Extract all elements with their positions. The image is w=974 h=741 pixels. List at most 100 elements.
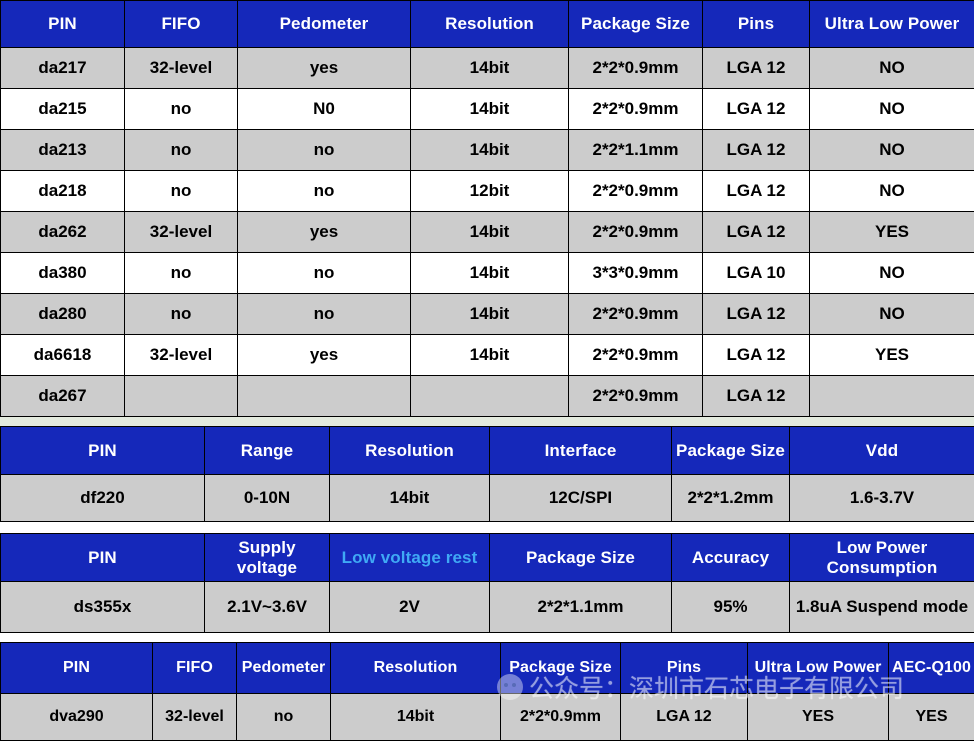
column-header-low-voltage-rest[interactable]: Low voltage rest [330, 534, 490, 582]
cell-pins: LGA 12 [703, 89, 810, 130]
cell-pedometer: no [238, 171, 411, 212]
cell-pedometer: no [238, 294, 411, 335]
column-header-accuracy[interactable]: Accuracy [672, 534, 790, 582]
cell-pedometer: no [238, 253, 411, 294]
accelerometer-table: PIN FIFO Pedometer Resolution Package Si… [0, 0, 974, 417]
table-row: da380 no no 14bit 3*3*0.9mm LGA 10 NO [1, 253, 974, 294]
cell-pedometer: N0 [238, 89, 411, 130]
cell-pins: LGA 12 [703, 171, 810, 212]
cell-package-size: 2*2*0.9mm [569, 212, 703, 253]
cell-ultra-low-power: YES [748, 694, 889, 741]
column-header-pin[interactable]: PIN [1, 1, 125, 48]
column-header-low-power-consumption[interactable]: Low Power Consumption [790, 534, 974, 582]
cell-resolution: 14bit [411, 335, 569, 376]
table-header-row: PIN Supply voltage Low voltage rest Pack… [1, 534, 974, 582]
column-header-resolution[interactable]: Resolution [331, 643, 501, 694]
cell-fifo: 32-level [125, 48, 238, 89]
cell-ultra-low-power: NO [810, 171, 974, 212]
column-header-aec-q100[interactable]: AEC-Q100 [889, 643, 974, 694]
column-header-vdd[interactable]: Vdd [790, 427, 974, 475]
cell-resolution: 14bit [411, 294, 569, 335]
column-header-pin[interactable]: PIN [1, 534, 205, 582]
cell-resolution: 14bit [411, 212, 569, 253]
column-header-resolution[interactable]: Resolution [330, 427, 490, 475]
cell-fifo: no [125, 130, 238, 171]
table-row: da6618 32-level yes 14bit 2*2*0.9mm LGA … [1, 335, 974, 376]
column-header-package-size[interactable]: Package Size [569, 1, 703, 48]
cell-pins: LGA 12 [703, 212, 810, 253]
cell-package-size: 3*3*0.9mm [569, 253, 703, 294]
cell-pedometer: no [238, 130, 411, 171]
table-row: dva290 32-level no 14bit 2*2*0.9mm LGA 1… [1, 694, 974, 741]
column-header-supply-voltage[interactable]: Supply voltage [205, 534, 330, 582]
column-header-pins[interactable]: Pins [621, 643, 748, 694]
column-header-pin[interactable]: PIN [1, 427, 205, 475]
table-header-row: PIN FIFO Pedometer Resolution Package Si… [1, 643, 974, 694]
cell-pin: da267 [1, 376, 125, 417]
cell-low-voltage-rest: 2V [330, 582, 490, 633]
cell-pin: da6618 [1, 335, 125, 376]
cell-fifo: no [125, 294, 238, 335]
column-header-range[interactable]: Range [205, 427, 330, 475]
table-header-row: PIN Range Resolution Interface Package S… [1, 427, 974, 475]
cell-package-size: 2*2*0.9mm [569, 171, 703, 212]
column-header-pedometer[interactable]: Pedometer [238, 1, 411, 48]
cell-pin: da280 [1, 294, 125, 335]
cell-pin: ds355x [1, 582, 205, 633]
column-header-fifo[interactable]: FIFO [125, 1, 238, 48]
column-header-pin[interactable]: PIN [1, 643, 153, 694]
column-header-fifo[interactable]: FIFO [153, 643, 237, 694]
cell-pin: dva290 [1, 694, 153, 741]
cell-fifo: 32-level [153, 694, 237, 741]
cell-pedometer: yes [238, 212, 411, 253]
cell-pedometer [238, 376, 411, 417]
cell-pins: LGA 12 [703, 294, 810, 335]
automotive-table: PIN FIFO Pedometer Resolution Package Si… [0, 642, 974, 741]
cell-resolution: 12bit [411, 171, 569, 212]
cell-package-size: 2*2*0.9mm [501, 694, 621, 741]
column-header-resolution[interactable]: Resolution [411, 1, 569, 48]
column-header-package-size[interactable]: Package Size [490, 534, 672, 582]
cell-ultra-low-power: NO [810, 48, 974, 89]
column-header-pedometer[interactable]: Pedometer [237, 643, 331, 694]
column-header-interface[interactable]: Interface [490, 427, 672, 475]
force-sensor-table: PIN Range Resolution Interface Package S… [0, 426, 974, 522]
table-row: da262 32-level yes 14bit 2*2*0.9mm LGA 1… [1, 212, 974, 253]
cell-resolution: 14bit [411, 89, 569, 130]
cell-fifo: 32-level [125, 212, 238, 253]
column-header-ultra-low-power[interactable]: Ultra Low Power [810, 1, 974, 48]
table-row: da280 no no 14bit 2*2*0.9mm LGA 12 NO [1, 294, 974, 335]
cell-vdd: 1.6-3.7V [790, 475, 974, 522]
table-row: ds355x 2.1V~3.6V 2V 2*2*1.1mm 95% 1.8uA … [1, 582, 974, 633]
cell-fifo [125, 376, 238, 417]
cell-pins: LGA 12 [703, 130, 810, 171]
cell-resolution: 14bit [331, 694, 501, 741]
spec-sheet-page: PIN FIFO Pedometer Resolution Package Si… [0, 0, 974, 729]
table-row: da217 32-level yes 14bit 2*2*0.9mm LGA 1… [1, 48, 974, 89]
cell-pins: LGA 12 [703, 376, 810, 417]
cell-resolution: 14bit [411, 48, 569, 89]
column-header-package-size[interactable]: Package Size [501, 643, 621, 694]
table-row: da267 2*2*0.9mm LGA 12 [1, 376, 974, 417]
cell-fifo: no [125, 89, 238, 130]
cell-ultra-low-power: NO [810, 130, 974, 171]
cell-fifo: no [125, 171, 238, 212]
sensor-power-table: PIN Supply voltage Low voltage rest Pack… [0, 533, 974, 633]
table-separator-2 [0, 522, 974, 533]
cell-package-size: 2*2*0.9mm [569, 376, 703, 417]
cell-resolution: 14bit [411, 130, 569, 171]
column-header-package-size[interactable]: Package Size [672, 427, 790, 475]
cell-accuracy: 95% [672, 582, 790, 633]
cell-pin: da380 [1, 253, 125, 294]
cell-pedometer: yes [238, 335, 411, 376]
table-row: df220 0-10N 14bit 12C/SPI 2*2*1.2mm 1.6-… [1, 475, 974, 522]
cell-package-size: 2*2*0.9mm [569, 48, 703, 89]
cell-pedometer: yes [238, 48, 411, 89]
column-header-ultra-low-power[interactable]: Ultra Low Power [748, 643, 889, 694]
cell-fifo: no [125, 253, 238, 294]
cell-pins: LGA 12 [621, 694, 748, 741]
column-header-pins[interactable]: Pins [703, 1, 810, 48]
cell-resolution: 14bit [330, 475, 490, 522]
cell-ultra-low-power: NO [810, 294, 974, 335]
cell-ultra-low-power: YES [810, 212, 974, 253]
